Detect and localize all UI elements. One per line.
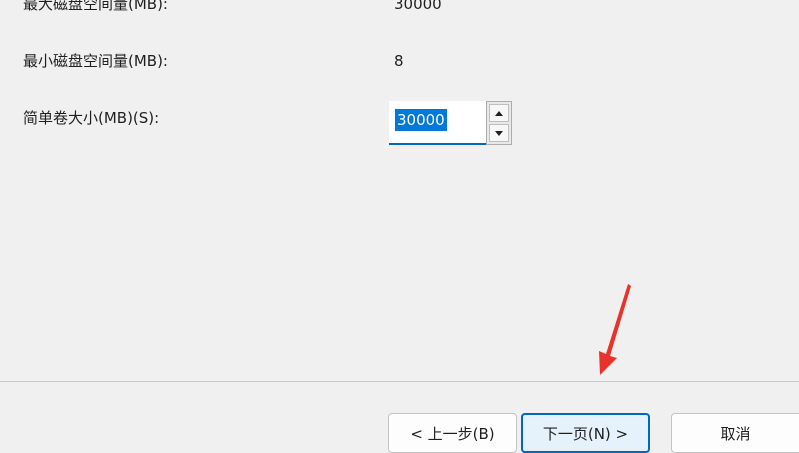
triangle-up-icon [495, 110, 503, 116]
triangle-down-icon [495, 130, 503, 136]
footer-separator [0, 381, 799, 382]
spin-buttons [486, 101, 512, 145]
max-disk-space-label: 最大磁盘空间量(MB): [23, 0, 168, 13]
next-button[interactable]: 下一页(N) > [521, 413, 650, 453]
spin-down-button[interactable] [489, 124, 509, 142]
min-disk-space-value: 8 [394, 52, 404, 70]
annotation-arrow-icon [599, 284, 631, 375]
simple-volume-size-label: 简单卷大小(MB)(S): [23, 109, 160, 127]
spin-up-button[interactable] [489, 104, 509, 122]
volume-size-spinbox[interactable]: 30000 [389, 101, 512, 145]
min-disk-space-label: 最小磁盘空间量(MB): [23, 52, 168, 70]
max-disk-space-value: 30000 [394, 0, 442, 13]
back-button[interactable]: < 上一步(B) [388, 413, 517, 453]
cancel-button[interactable]: 取消 [671, 413, 799, 453]
volume-size-input[interactable]: 30000 [389, 101, 486, 145]
volume-size-selected-text: 30000 [395, 109, 447, 131]
